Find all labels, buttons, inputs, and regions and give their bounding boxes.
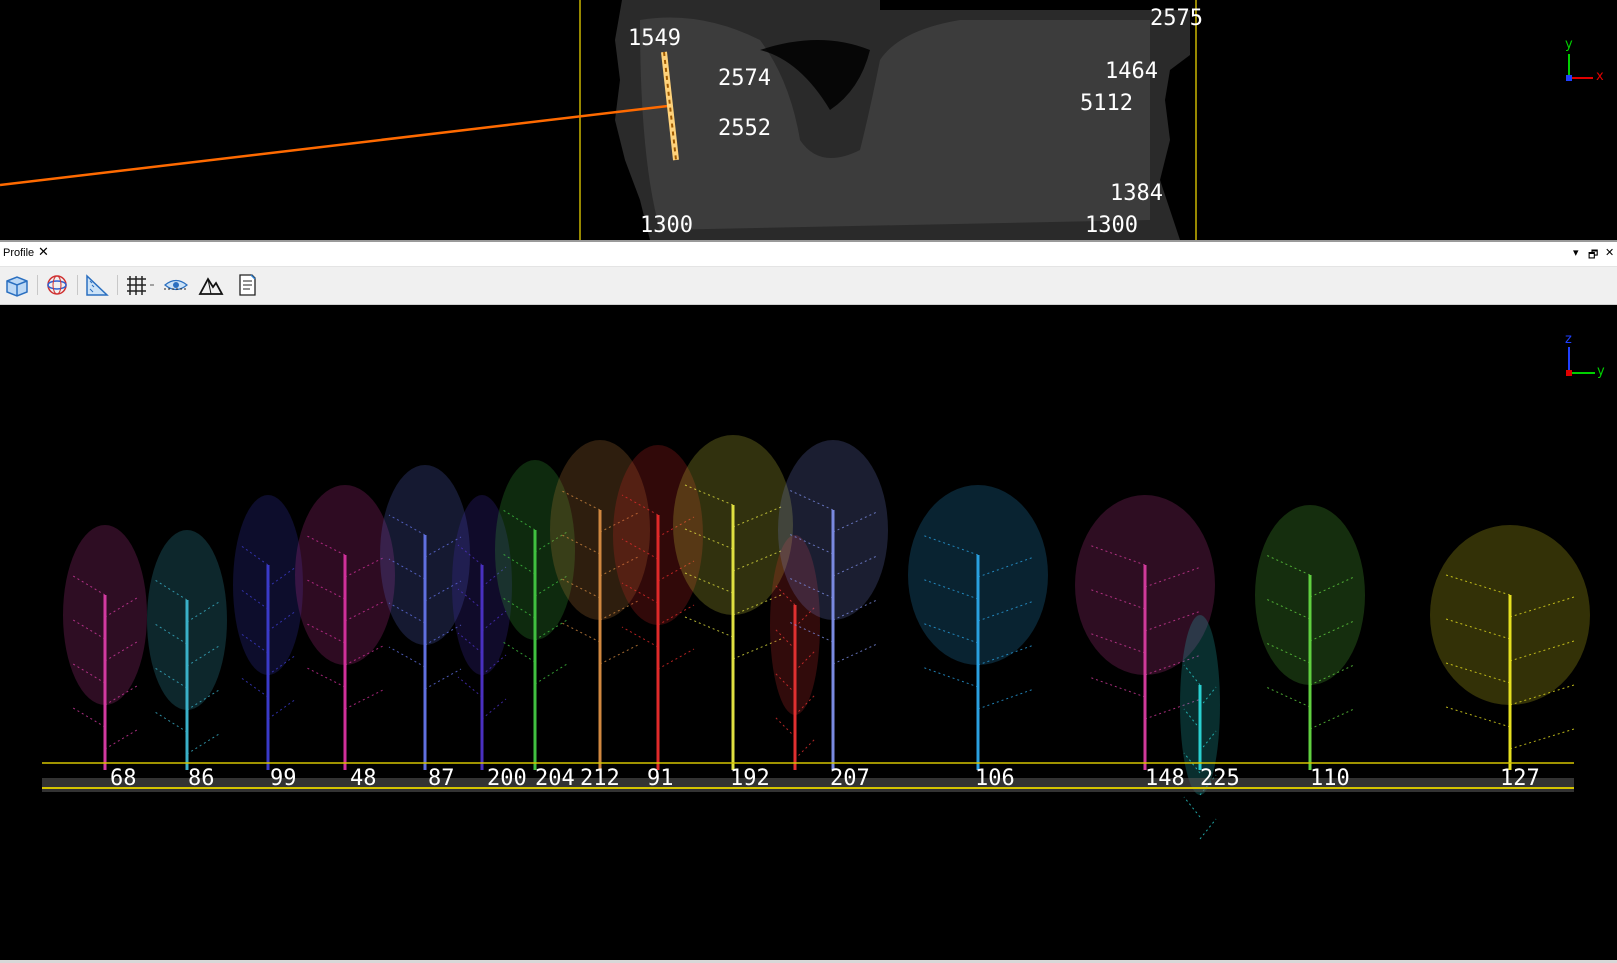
tree-point-cloud xyxy=(908,485,1048,770)
axis-y-label: y xyxy=(1597,364,1605,379)
tree-point-cloud xyxy=(63,525,147,770)
point-cloud-density xyxy=(640,17,1150,230)
tree-id-label: 86 xyxy=(188,766,215,791)
toolbar-separator xyxy=(117,275,118,295)
profile-tab-close-icon[interactable]: ✕ xyxy=(38,245,49,260)
panel-float-icon[interactable]: 🗗 xyxy=(1588,246,1598,265)
tree-point-cloud xyxy=(1255,505,1365,770)
profile-line[interactable] xyxy=(0,104,669,187)
tree-id-label: 99 xyxy=(270,766,297,791)
profile-panel-titlebar: Profile ✕ ▾ 🗗 ✕ xyxy=(0,242,1617,267)
tree-id-label: 106 xyxy=(975,766,1015,791)
xy-axis-gizmo: y x xyxy=(1565,37,1604,84)
tree-id-label: 200 xyxy=(487,766,527,791)
tree-id-label: 148 xyxy=(1145,766,1185,791)
grid-icon[interactable] xyxy=(122,271,154,299)
terrain-icon[interactable] xyxy=(196,271,226,299)
profile-view-canvas[interactable]: 68 86 99 48 87 200 204 212 91 192 207 106 148 225 110 1… xyxy=(0,305,1617,960)
plan-view-canvas[interactable]: 1549 2574 2552 1384 1300 1464 2575 5112 1300 y x xyxy=(0,0,1617,240)
zy-axis-gizmo: z y xyxy=(1565,332,1605,379)
plan-tree-id-label: 5112 xyxy=(1080,91,1133,116)
tree-id-label: 225 xyxy=(1200,766,1240,791)
plan-view[interactable]: 1549 2574 2552 1384 1300 1464 2575 5112 1300 y x xyxy=(0,0,1617,240)
tree-id-label: 87 xyxy=(428,766,455,791)
tree-point-cloud xyxy=(1180,615,1220,840)
axis-y-label: y xyxy=(1565,37,1573,52)
plan-tree-id-label: 2552 xyxy=(718,116,771,141)
plan-tree-id-label: 1384 xyxy=(1110,181,1163,206)
plan-tree-id-label: 1464 xyxy=(1105,59,1158,84)
tree-id-label: 207 xyxy=(830,766,870,791)
toolbar-separator xyxy=(77,275,78,295)
tree-id-label: 110 xyxy=(1310,766,1350,791)
tree-id-label: 48 xyxy=(350,766,377,791)
plan-tree-id-label: 2574 xyxy=(718,66,771,91)
panel-close-icon[interactable]: ✕ xyxy=(1605,246,1614,259)
report-icon[interactable] xyxy=(232,271,262,299)
toolbar-separator xyxy=(37,275,38,295)
plan-tree-id-label: 2575 xyxy=(1150,6,1203,31)
tree-id-label: 68 xyxy=(110,766,137,791)
cube-icon[interactable] xyxy=(2,271,32,299)
profile-view[interactable]: 68 86 99 48 87 200 204 212 91 192 207 106 148 225 110 1… xyxy=(0,305,1617,960)
tree-point-cloud xyxy=(233,495,303,770)
axis-x-label: x xyxy=(1596,69,1604,84)
hide-eye-icon[interactable] xyxy=(160,271,190,299)
profile-panel-title: Profile xyxy=(3,247,35,259)
rotate-icon[interactable] xyxy=(42,271,72,299)
panel-menu-icon[interactable]: ▾ xyxy=(1573,246,1579,259)
axis-z-label: z xyxy=(1565,332,1572,347)
measure-triangle-icon[interactable] xyxy=(82,271,112,299)
tree-id-label: 91 xyxy=(647,766,674,791)
profile-toolbar xyxy=(0,267,1617,305)
tree-point-cloud xyxy=(295,485,395,770)
tree-id-label: 212 xyxy=(580,766,620,791)
tree-id-label: 192 xyxy=(730,766,770,791)
tree-point-cloud xyxy=(147,530,227,770)
tree-id-label: 127 xyxy=(1500,766,1540,791)
plan-tree-id-label: 1300 xyxy=(640,213,693,238)
plan-tree-id-label: 1300 xyxy=(1085,213,1138,238)
plan-tree-id-label: 1549 xyxy=(628,26,681,51)
tree-id-label: 204 xyxy=(535,766,575,791)
tree-point-cloud xyxy=(1430,525,1590,770)
